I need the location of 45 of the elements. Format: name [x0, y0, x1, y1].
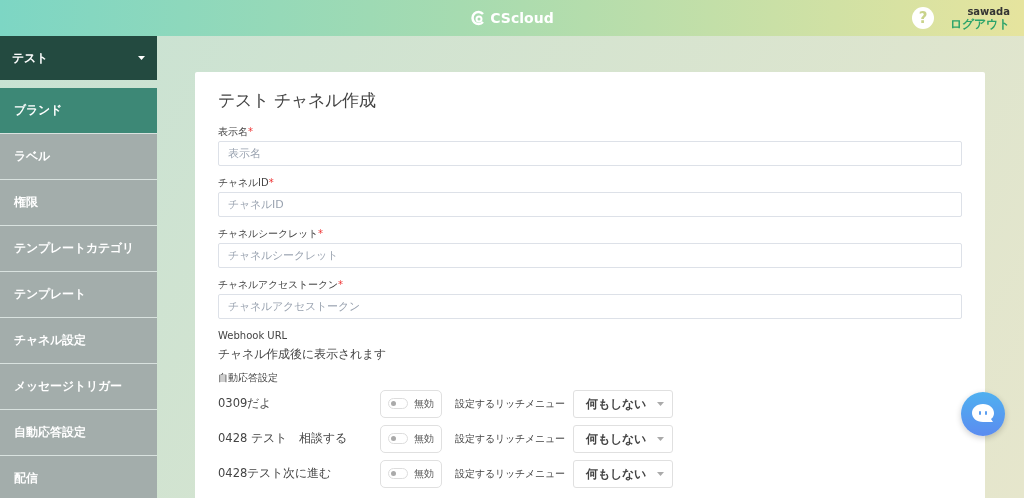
logo-icon: [470, 10, 487, 26]
sidebar-item[interactable]: テンプレート: [0, 272, 157, 318]
caret-icon: [138, 56, 145, 60]
help-button[interactable]: ?: [912, 7, 934, 29]
sidebar-item[interactable]: 配信: [0, 456, 157, 498]
toggle-switch[interactable]: 無効: [380, 459, 442, 488]
field-label: チャネルシークレット*: [218, 226, 324, 241]
input-field[interactable]: チャネルアクセストークン: [218, 293, 962, 319]
caret-icon: [657, 471, 664, 476]
chat-button[interactable]: [961, 392, 1005, 436]
field-label: 表示名*: [218, 124, 254, 139]
rule-name: 0428テスト次に進む: [218, 464, 333, 482]
field-label: チャネルアクセストークン*: [218, 277, 344, 292]
sidebar-item[interactable]: メッセージトリガー: [0, 364, 157, 410]
sidebar-item[interactable]: ブランド: [0, 88, 157, 134]
sidebar-item[interactable]: 権限: [0, 180, 157, 226]
menu-label: 設定するリッチメニュー: [455, 467, 565, 481]
rule-name: 0309だよ: [218, 394, 273, 412]
input-field[interactable]: 表示名: [218, 140, 962, 166]
rule-name: 0428 テスト 相談する: [218, 429, 348, 447]
sidebar-item[interactable]: 自動応答設定: [0, 410, 157, 456]
chat-bubble-icon: [971, 403, 995, 425]
toggle-switch[interactable]: 無効: [380, 424, 442, 453]
logo-text: CScloud: [490, 8, 554, 28]
menu-dropdown[interactable]: 何もしない: [573, 459, 673, 488]
sidebar-item[interactable]: チャネル設定: [0, 318, 157, 364]
webhook-label: Webhook URL: [218, 328, 289, 343]
caret-icon: [657, 436, 664, 441]
sidebar-item[interactable]: ラベル: [0, 134, 157, 180]
input-field[interactable]: チャネルID: [218, 191, 962, 217]
field-label: チャネルID*: [218, 175, 275, 190]
caret-icon: [657, 401, 664, 406]
section-label: 自動応答設定: [218, 370, 279, 385]
workspace-dropdown[interactable]: テスト: [0, 36, 157, 80]
input-field[interactable]: チャネルシークレット: [218, 242, 962, 268]
menu-dropdown[interactable]: 何もしない: [573, 424, 673, 453]
menu-dropdown[interactable]: 何もしない: [573, 389, 673, 418]
form-title: テスト チャネル作成: [218, 89, 378, 112]
menu-label: 設定するリッチメニュー: [455, 397, 565, 411]
toggle-switch[interactable]: 無効: [380, 389, 442, 418]
webhook-value: チャネル作成後に表示されます: [218, 345, 387, 363]
menu-label: 設定するリッチメニュー: [455, 432, 565, 446]
logout-link[interactable]: ログアウト: [950, 17, 1010, 31]
sidebar-item[interactable]: テンプレートカテゴリ: [0, 226, 157, 272]
user-name: sawada: [966, 5, 1010, 18]
